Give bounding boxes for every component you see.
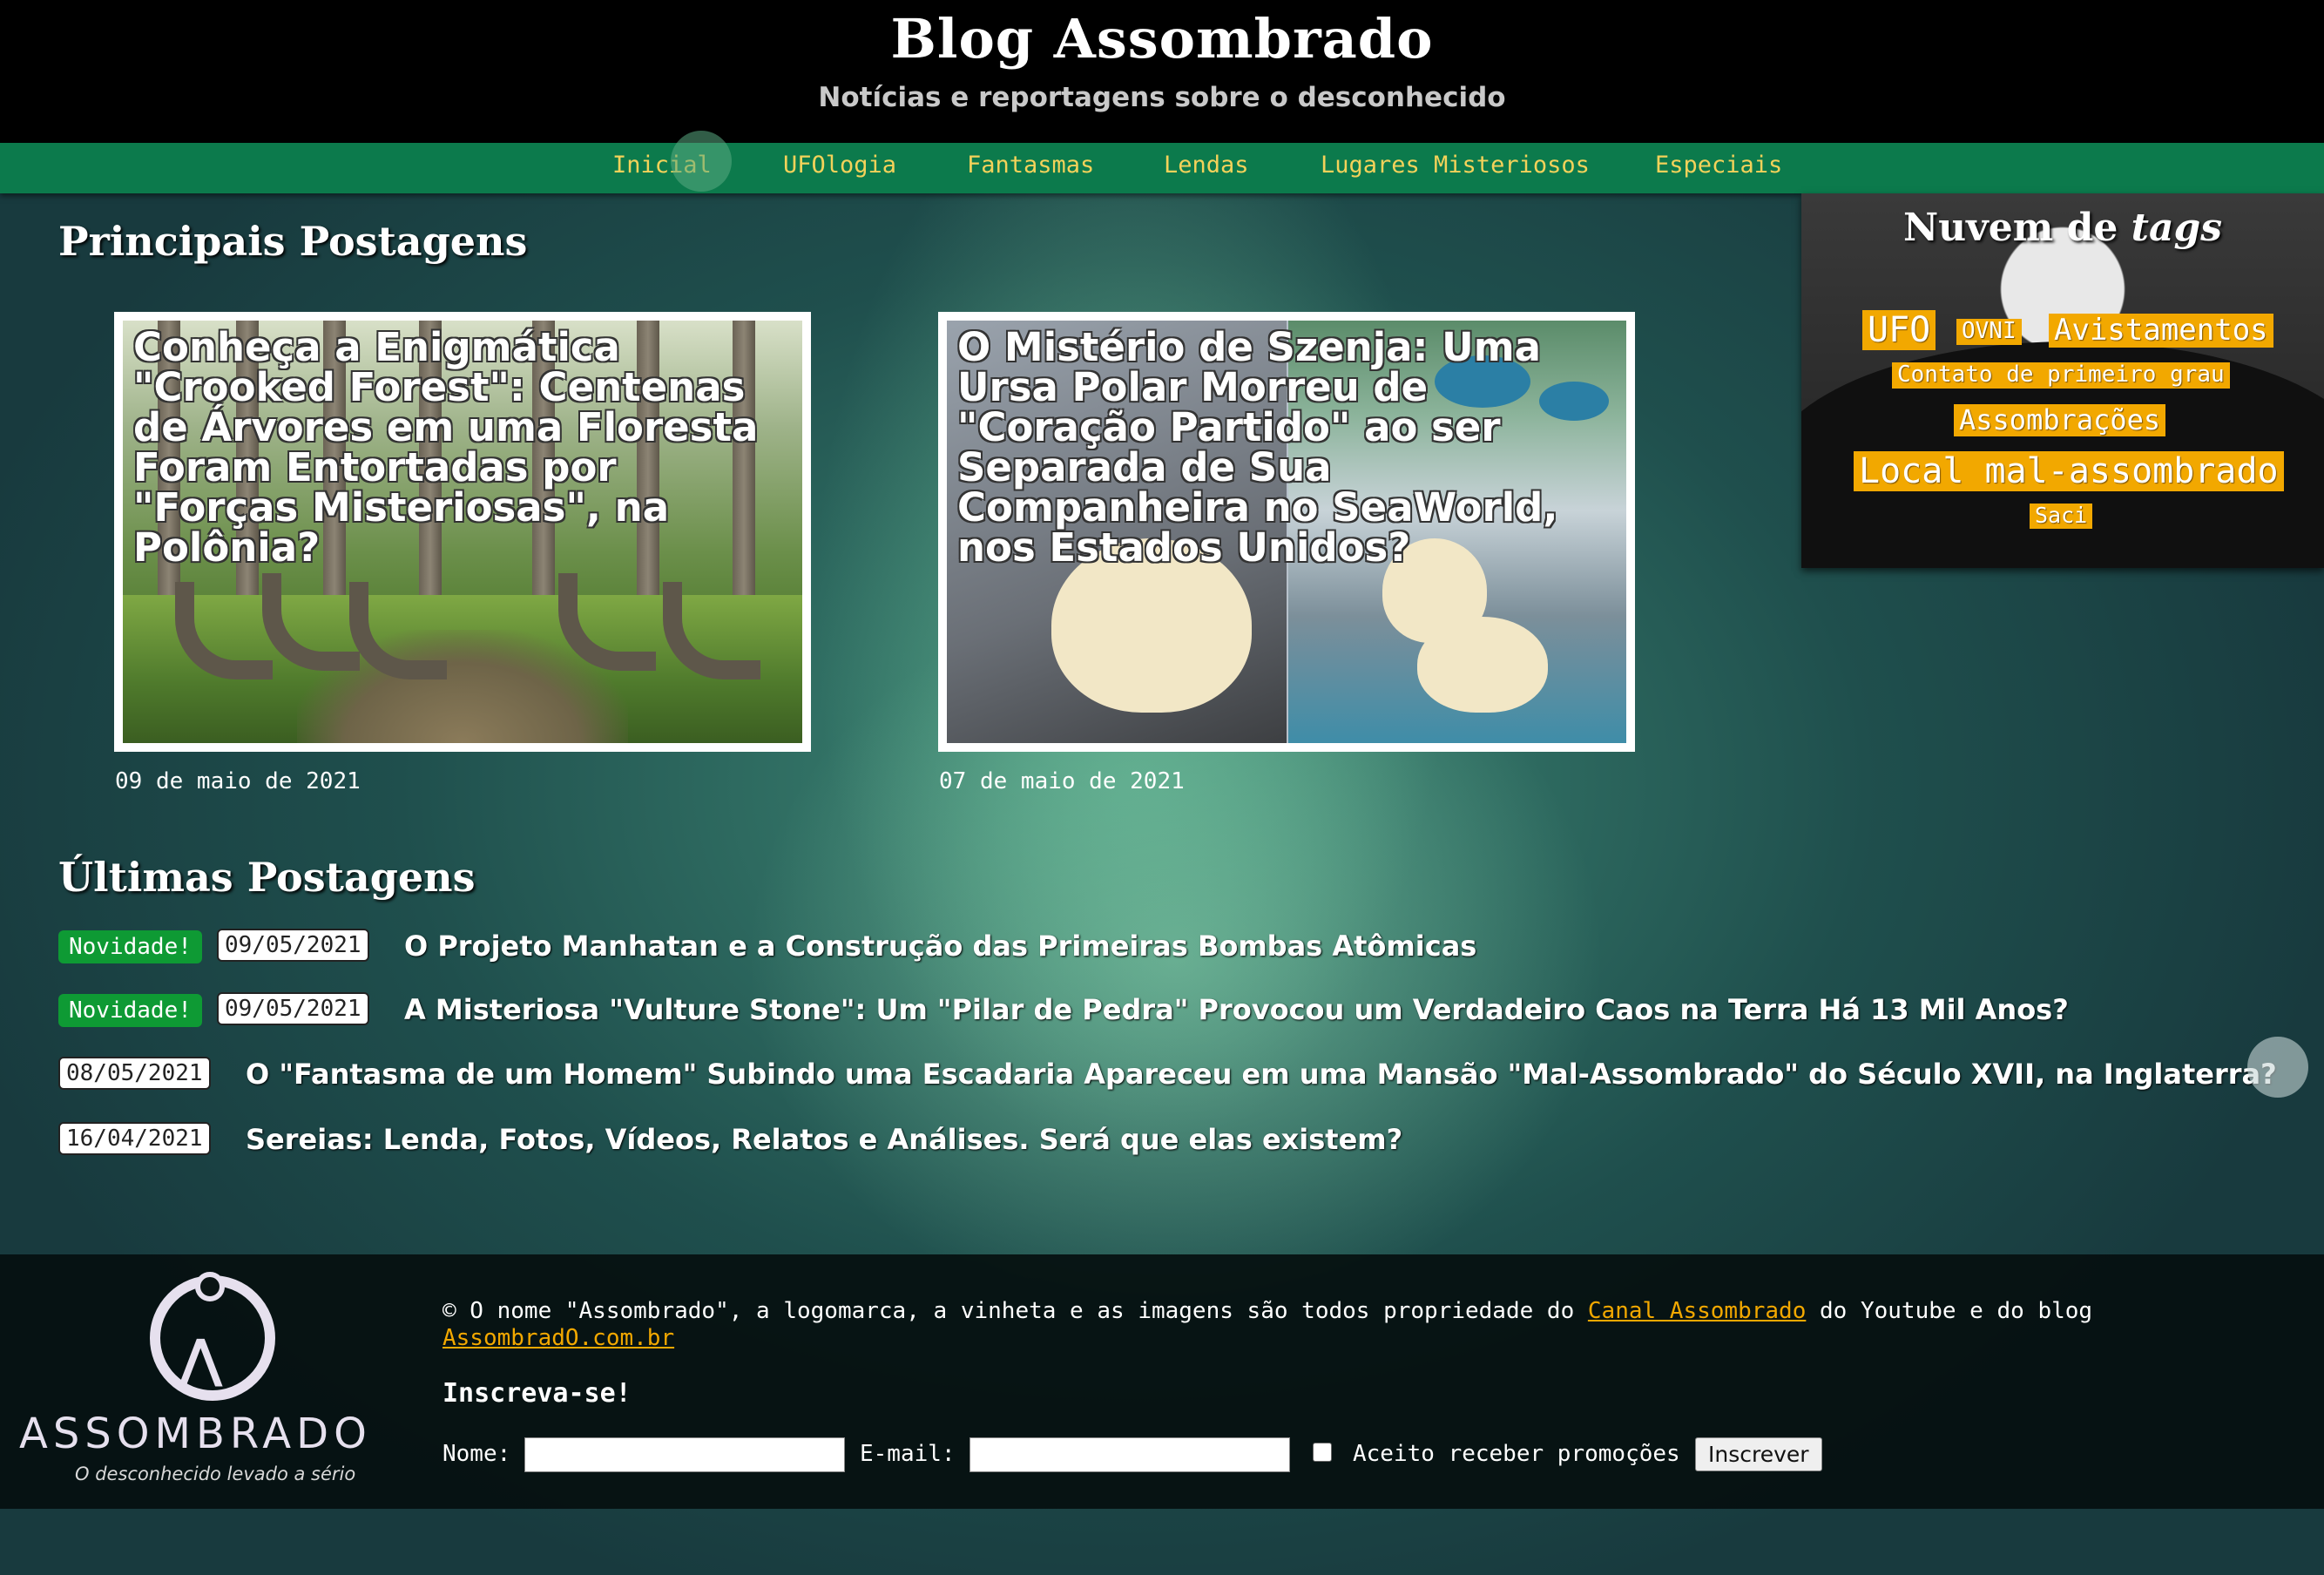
featured-post-title[interactable]: Conheça a Enigmática "Crooked Forest": C… bbox=[133, 328, 792, 568]
featured-card-crooked-forest[interactable]: Conheça a Enigmática "Crooked Forest": C… bbox=[114, 312, 811, 752]
post-date-badge: 09/05/2021 bbox=[217, 992, 369, 1025]
promo-checkbox[interactable] bbox=[1313, 1443, 1332, 1462]
tag-local-mal-assombrado[interactable]: Local mal-assombrado bbox=[1854, 451, 2284, 491]
site-subtitle: Notícias e reportagens sobre o desconhec… bbox=[818, 82, 1506, 113]
blog-link[interactable]: AssombradO.com.br bbox=[443, 1325, 674, 1351]
tag-contato-de-primeiro-grau[interactable]: Contato de primeiro grau bbox=[1892, 362, 2230, 389]
tag-avistamentos[interactable]: Avistamentos bbox=[2049, 313, 2273, 348]
latest-post-link[interactable]: A Misteriosa "Vulture Stone": Um "Pilar … bbox=[404, 993, 2069, 1026]
latest-heading: Últimas Postagens bbox=[58, 854, 476, 901]
email-field[interactable] bbox=[969, 1437, 1290, 1472]
featured-post-date: 09 de maio de 2021 bbox=[115, 768, 361, 794]
tag-saci[interactable]: Saci bbox=[2030, 503, 2093, 529]
promo-label: Aceito receber promoções bbox=[1353, 1441, 1680, 1467]
logo-tagline: O desconhecido levado a sério bbox=[75, 1463, 356, 1484]
featured-heading: Principais Postagens bbox=[58, 218, 528, 265]
featured-card-szenja[interactable]: O Mistério de Szenja: Uma Ursa Polar Mor… bbox=[938, 312, 1635, 752]
polar-bear-image[interactable]: O Mistério de Szenja: Uma Ursa Polar Mor… bbox=[947, 321, 1626, 743]
ghost-icon bbox=[2247, 1037, 2308, 1098]
latest-post-link[interactable]: Sereias: Lenda, Fotos, Vídeos, Relatos e… bbox=[246, 1123, 1402, 1156]
post-date-badge: 16/04/2021 bbox=[58, 1122, 211, 1155]
post-date-badge: 09/05/2021 bbox=[217, 929, 369, 962]
name-label: Nome: bbox=[443, 1441, 511, 1467]
crooked-forest-image[interactable]: Conheça a Enigmática "Crooked Forest": C… bbox=[123, 321, 802, 743]
tag-ovni[interactable]: OVNI bbox=[1956, 318, 2022, 345]
tag-assombracoes[interactable]: Assombrações bbox=[1954, 404, 2166, 436]
copyright-text: © O nome "Assombrado", a logomarca, a vi… bbox=[443, 1298, 2093, 1351]
featured-post-date: 07 de maio de 2021 bbox=[939, 768, 1185, 794]
tag-ufo[interactable]: UFO bbox=[1862, 310, 1936, 350]
logo-wordmark: ASSOMBRADO bbox=[19, 1409, 372, 1458]
nav-item-fantasmas[interactable]: Fantasmas bbox=[967, 152, 1094, 179]
subscribe-title: Inscreva-se! bbox=[443, 1378, 632, 1409]
nav-item-lendas[interactable]: Lendas bbox=[1164, 152, 1249, 179]
featured-post-title[interactable]: O Mistério de Szenja: Uma Ursa Polar Mor… bbox=[957, 328, 1616, 568]
site-title[interactable]: Blog Assombrado bbox=[0, 7, 2324, 71]
site-header: Blog Assombrado Notícias e reportagens s… bbox=[0, 0, 2324, 143]
site-footer: ⋀ ASSOMBRADO O desconhecido levado a sér… bbox=[0, 1254, 2324, 1509]
new-badge: Novidade! bbox=[58, 994, 202, 1027]
subscribe-button[interactable]: Inscrever bbox=[1695, 1437, 1822, 1471]
latest-post-link[interactable]: O "Fantasma de um Homem" Subindo uma Esc… bbox=[246, 1058, 2277, 1091]
ghost-icon bbox=[671, 131, 732, 192]
main-nav: Inicial UFOlogia Fantasmas Lendas Lugare… bbox=[0, 143, 2324, 193]
name-field[interactable] bbox=[524, 1437, 845, 1472]
new-badge: Novidade! bbox=[58, 930, 202, 963]
post-date-badge: 08/05/2021 bbox=[58, 1057, 211, 1090]
latest-post-link[interactable]: O Projeto Manhatan e a Construção das Pr… bbox=[404, 929, 1476, 963]
email-label: E-mail: bbox=[860, 1441, 956, 1467]
canal-assombrado-link[interactable]: Canal Assombrado bbox=[1588, 1298, 1806, 1324]
tag-cloud-widget: Nuvem de tags UFO OVNI Avistamentos Cont… bbox=[1801, 193, 2324, 568]
nav-item-ufologia[interactable]: UFOlogia bbox=[783, 152, 896, 179]
nav-item-lugares-misteriosos[interactable]: Lugares Misteriosos bbox=[1321, 152, 1590, 179]
nav-item-especiais[interactable]: Especiais bbox=[1655, 152, 1782, 179]
tag-cloud-title: Nuvem de tags bbox=[1902, 206, 2223, 250]
